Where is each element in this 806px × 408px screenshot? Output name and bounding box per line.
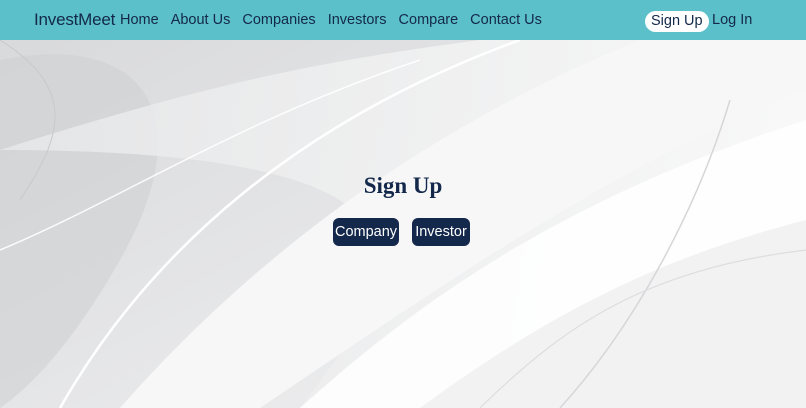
nav-login-link[interactable]: Log In <box>712 12 752 28</box>
company-signup-button[interactable]: Company <box>333 218 399 246</box>
nav-links: Home About Us Companies Investors Compar… <box>120 12 554 28</box>
nav-signup-button[interactable]: Sign Up <box>645 11 709 32</box>
nav-companies[interactable]: Companies <box>242 12 315 28</box>
nav-about-us[interactable]: About Us <box>171 12 231 28</box>
nav-home[interactable]: Home <box>120 12 159 28</box>
investor-signup-button[interactable]: Investor <box>412 218 470 246</box>
nav-investors[interactable]: Investors <box>328 12 387 28</box>
top-navbar: InvestMeet Home About Us Companies Inves… <box>0 0 806 40</box>
nav-compare[interactable]: Compare <box>399 12 459 28</box>
page-title: Sign Up <box>363 173 443 198</box>
nav-contact-us[interactable]: Contact Us <box>470 12 542 28</box>
background-waves <box>0 0 806 408</box>
brand-logo[interactable]: InvestMeet <box>34 10 115 30</box>
